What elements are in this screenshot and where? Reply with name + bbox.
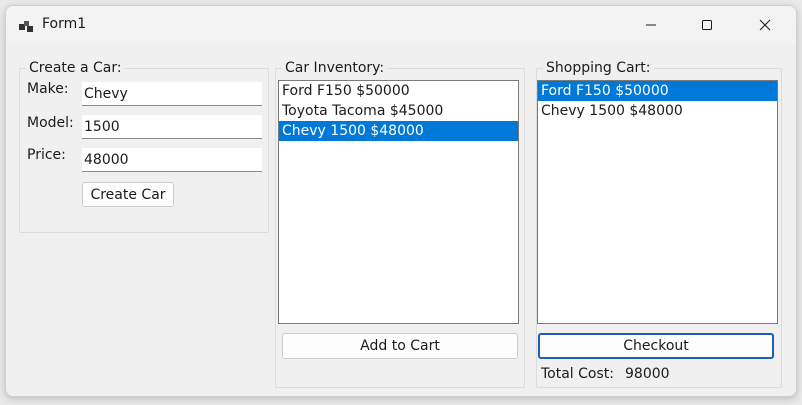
cart-listbox[interactable]: Ford F150 $50000 Chevy 1500 $48000: [537, 80, 778, 324]
add-to-cart-button[interactable]: Add to Cart: [282, 333, 518, 359]
price-label: Price:: [27, 147, 66, 163]
create-car-group: Create a Car: Make: Model: Price: Create…: [19, 60, 269, 233]
form-window: Form1 Create a Car: Make: Model: Price: …: [5, 5, 797, 397]
inventory-listbox[interactable]: Ford F150 $50000 Toyota Tacoma $45000 Chev…: [278, 80, 519, 324]
minimize-button[interactable]: [628, 6, 674, 44]
shopping-cart-legend: Shopping Cart:: [543, 60, 654, 76]
shopping-cart-group: Shopping Cart: Ford F150 $50000 Chevy 150…: [536, 60, 782, 388]
create-car-button[interactable]: Create Car: [82, 182, 174, 207]
list-item[interactable]: Chevy 1500 $48000: [279, 121, 518, 141]
make-label: Make:: [27, 81, 69, 97]
list-item[interactable]: Ford F150 $50000: [279, 81, 518, 101]
model-label: Model:: [27, 115, 74, 131]
checkout-button[interactable]: Checkout: [538, 333, 774, 359]
total-cost-label: Total Cost:: [541, 366, 614, 382]
title-bar[interactable]: Form1: [6, 6, 796, 44]
maximize-button[interactable]: [684, 6, 730, 44]
minimize-icon: [646, 24, 656, 26]
maximize-icon: [702, 20, 712, 30]
window-title: Form1: [42, 16, 87, 32]
make-input[interactable]: [82, 82, 262, 106]
create-car-legend: Create a Car:: [26, 60, 125, 76]
list-item[interactable]: Chevy 1500 $48000: [538, 101, 777, 121]
list-item[interactable]: Toyota Tacoma $45000: [279, 101, 518, 121]
list-item[interactable]: Ford F150 $50000: [538, 81, 777, 101]
total-cost-value: 98000: [625, 366, 670, 382]
model-input[interactable]: [82, 115, 262, 139]
close-icon: [759, 19, 771, 31]
car-inventory-group: Car Inventory: Ford F150 $50000 Toyota Ta…: [275, 60, 525, 388]
app-icon: [19, 21, 33, 32]
car-inventory-legend: Car Inventory:: [282, 60, 388, 76]
price-input[interactable]: [82, 148, 262, 172]
close-button[interactable]: [742, 6, 788, 44]
